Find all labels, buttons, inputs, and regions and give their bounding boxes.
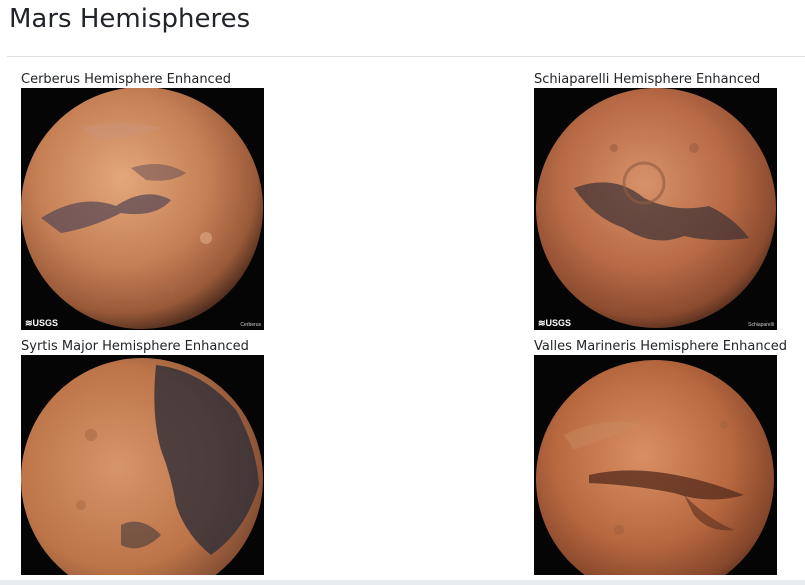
schiaparelli-planet-image: ≋USGS Schiaparelli bbox=[534, 88, 777, 330]
hemisphere-card-valles-marineris: Valles Marineris Hemisphere Enhanced bbox=[534, 338, 787, 575]
valles-marineris-planet-image bbox=[534, 355, 777, 575]
hemisphere-title: Syrtis Major Hemisphere Enhanced bbox=[21, 339, 249, 354]
mars-hemispheres-page: Mars Hemispheres Cerberus Hemisphere Enh… bbox=[0, 0, 805, 585]
hemisphere-image-syrtis-major[interactable] bbox=[21, 355, 264, 575]
hemisphere-image-cerberus[interactable]: ≋USGS Cerberus bbox=[21, 88, 264, 330]
hemisphere-image-schiaparelli[interactable]: ≋USGS Schiaparelli bbox=[534, 88, 777, 330]
hemisphere-card-syrtis-major: Syrtis Major Hemisphere Enhanced bbox=[21, 338, 264, 575]
cerberus-planet-image: ≋USGS Cerberus bbox=[21, 88, 264, 330]
syrtis-major-planet-image bbox=[21, 355, 264, 575]
usgs-logo: ≋USGS bbox=[25, 318, 58, 328]
hemisphere-card-cerberus: Cerberus Hemisphere Enhanced ≋USGS Cerbe… bbox=[21, 71, 264, 330]
hemisphere-title: Schiaparelli Hemisphere Enhanced bbox=[534, 72, 761, 87]
page-title: Mars Hemispheres bbox=[9, 4, 251, 34]
hemisphere-title: Valles Marineris Hemisphere Enhanced bbox=[534, 339, 788, 354]
bottom-scrollbar[interactable] bbox=[0, 580, 805, 585]
hemisphere-title: Cerberus Hemisphere Enhanced bbox=[21, 72, 231, 87]
title-divider bbox=[7, 56, 805, 57]
usgs-logo: ≋USGS bbox=[538, 318, 571, 328]
hemisphere-image-valles-marineris[interactable] bbox=[534, 355, 777, 575]
image-caption: Cerberus bbox=[240, 322, 261, 328]
image-caption: Schiaparelli bbox=[748, 322, 774, 328]
hemisphere-card-schiaparelli: Schiaparelli Hemisphere Enhanced ≋USGS S… bbox=[534, 71, 777, 330]
